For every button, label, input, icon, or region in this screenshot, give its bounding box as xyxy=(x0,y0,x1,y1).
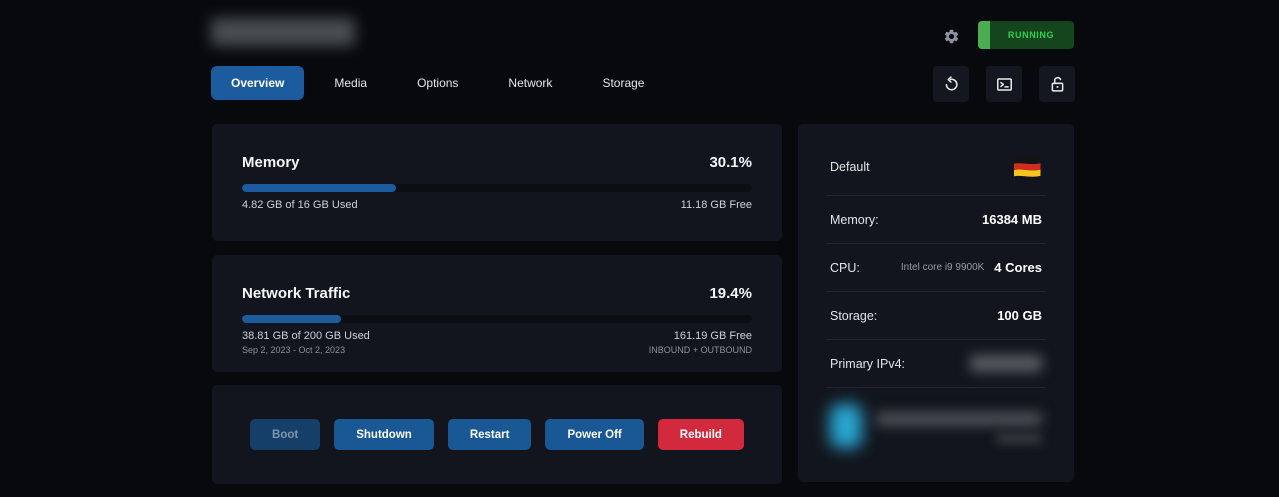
settings-gear-button[interactable] xyxy=(938,23,964,49)
network-progress-track xyxy=(242,315,752,323)
memory-percent: 30.1% xyxy=(709,154,752,171)
os-row xyxy=(826,388,1046,463)
ipv4-detail-label: Primary IPv4: xyxy=(830,357,905,371)
network-percent: 19.4% xyxy=(709,285,752,302)
memory-detail-label: Memory: xyxy=(830,213,879,227)
network-used-label: 38.81 GB of 200 GB Used xyxy=(242,330,370,342)
network-direction-label: INBOUND + OUTBOUND xyxy=(649,345,752,355)
memory-detail-row: Memory: 16384 MB xyxy=(826,196,1046,244)
status-badge-stripe xyxy=(978,21,990,49)
os-name-redacted xyxy=(876,412,1042,426)
power-off-button[interactable]: Power Off xyxy=(545,419,643,450)
shutdown-button[interactable]: Shutdown xyxy=(334,419,434,450)
console-button[interactable] xyxy=(986,66,1022,102)
memory-card: Memory 30.1% 4.82 GB of 16 GB Used 11.18… xyxy=(212,124,782,241)
tab-storage[interactable]: Storage xyxy=(582,66,664,100)
restart-button[interactable] xyxy=(933,66,969,102)
memory-card-title: Memory xyxy=(242,154,300,171)
memory-detail-value: 16384 MB xyxy=(982,212,1042,227)
cpu-cores-value: 4 Cores xyxy=(994,260,1042,275)
tab-network[interactable]: Network xyxy=(488,66,572,100)
network-progress-fill xyxy=(242,315,341,323)
network-period-label: Sep 2, 2023 - Oct 2, 2023 xyxy=(242,345,370,355)
status-badge-label: RUNNING xyxy=(1008,30,1054,40)
boot-button[interactable]: Boot xyxy=(250,419,320,450)
ipv4-detail-row: Primary IPv4: xyxy=(826,340,1046,388)
os-logo-redacted xyxy=(830,404,862,448)
cpu-detail-row: CPU: Intel core i9 9900K 4 Cores xyxy=(826,244,1046,292)
memory-used-label: 4.82 GB of 16 GB Used xyxy=(242,199,358,211)
memory-progress-fill xyxy=(242,184,396,192)
storage-detail-row: Storage: 100 GB xyxy=(826,292,1046,340)
storage-detail-label: Storage: xyxy=(830,309,877,323)
status-badge: RUNNING xyxy=(978,21,1074,49)
os-subtext-redacted xyxy=(996,434,1042,443)
unlock-icon xyxy=(1048,75,1067,94)
network-card-title: Network Traffic xyxy=(242,285,350,302)
server-name-redacted xyxy=(211,18,355,46)
memory-free-label: 11.18 GB Free xyxy=(681,199,752,211)
germany-flag-icon xyxy=(1012,154,1042,180)
location-row: Default xyxy=(826,132,1046,196)
power-actions-card: Boot Shutdown Restart Power Off Rebuild xyxy=(212,385,782,484)
location-label: Default xyxy=(830,160,870,174)
cpu-model-label: Intel core i9 9900K xyxy=(901,262,984,273)
tab-overview[interactable]: Overview xyxy=(211,66,304,100)
restart-icon xyxy=(942,75,961,94)
tab-media[interactable]: Media xyxy=(314,66,387,100)
tab-options[interactable]: Options xyxy=(397,66,478,100)
network-traffic-card: Network Traffic 19.4% 38.81 GB of 200 GB… xyxy=(212,255,782,372)
rebuild-button[interactable]: Rebuild xyxy=(658,419,744,450)
cpu-detail-label: CPU: xyxy=(830,261,860,275)
storage-detail-value: 100 GB xyxy=(997,308,1042,323)
ipv4-value-redacted xyxy=(970,355,1042,372)
lock-button[interactable] xyxy=(1039,66,1075,102)
restart-action-button[interactable]: Restart xyxy=(448,419,532,450)
memory-progress-track xyxy=(242,184,752,192)
terminal-icon xyxy=(995,75,1014,94)
tab-bar: Overview Media Options Network Storage xyxy=(211,66,664,100)
toolbar xyxy=(933,66,1075,102)
gear-icon xyxy=(943,28,960,45)
server-details-panel: Default Memory: 16384 MB CPU: Intel core… xyxy=(798,124,1074,482)
network-free-label: 161.19 GB Free xyxy=(649,330,752,342)
